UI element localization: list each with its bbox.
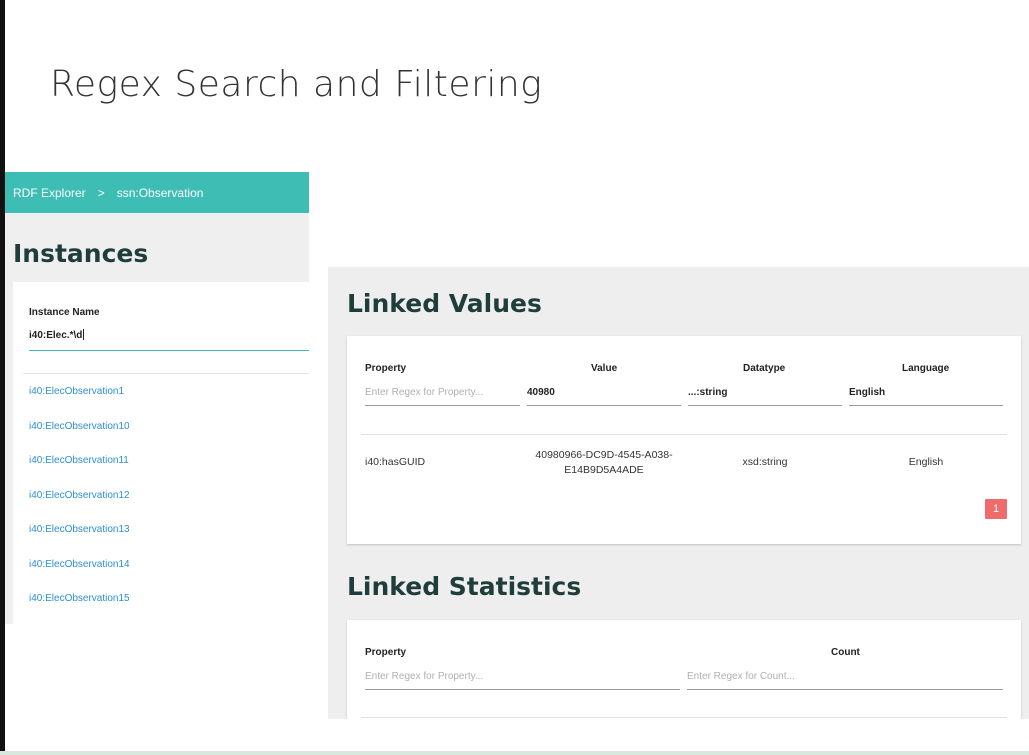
linked-statistics-card: Property Count Enter Regex for Property.… xyxy=(347,620,1021,719)
linked-values-heading: Linked Values xyxy=(347,289,542,318)
instance-list: i40:ElecObservation1 i40:ElecObservation… xyxy=(29,386,130,624)
instance-link[interactable]: i40:ElecObservation12 xyxy=(29,490,130,525)
linked-data-panel: Linked Values Property Value Datatype La… xyxy=(328,267,1029,719)
col-header-value: Value xyxy=(591,363,618,374)
row-datatype: xsd:string xyxy=(742,456,788,468)
instances-heading: Instances xyxy=(13,239,149,268)
pagination-page-button[interactable]: 1 xyxy=(985,499,1007,519)
language-filter-input[interactable]: English xyxy=(849,382,1003,406)
row-value-line: 40980966-DC9D-4545-A038- xyxy=(535,449,673,461)
row-divider xyxy=(361,717,1007,718)
col-header-count: Count xyxy=(831,647,860,658)
instance-name-filter-value: i40:Elec.*\d xyxy=(29,330,83,341)
instances-panel: RDF Explorer > ssn:Observation Instances… xyxy=(5,172,309,624)
linked-values-card: Property Value Datatype Language Enter R… xyxy=(347,336,1021,544)
instance-link[interactable]: i40:ElecObservation11 xyxy=(29,455,130,490)
instance-link[interactable]: i40:ElecObservation1 xyxy=(29,386,130,421)
instance-link[interactable]: i40:ElecObservation13 xyxy=(29,524,130,559)
row-language: English xyxy=(908,456,944,468)
instance-link[interactable]: i40:ElecObservation10 xyxy=(29,421,130,456)
instance-link[interactable]: i40:ElecObservation14 xyxy=(29,559,130,594)
divider xyxy=(23,373,309,374)
datatype-filter-input[interactable]: ...:string xyxy=(688,382,842,406)
instance-name-label: Instance Name xyxy=(29,307,100,318)
row-property: i40:hasGUID xyxy=(365,456,426,468)
slide-title: Regex Search and Filtering xyxy=(50,64,543,105)
app-top-bar: RDF Explorer > ssn:Observation xyxy=(5,172,309,213)
value-filter-input[interactable]: 40980 xyxy=(527,382,681,406)
stats-count-filter-input[interactable]: Enter Regex for Count... xyxy=(687,666,1003,690)
property-filter-input[interactable]: Enter Regex for Property... xyxy=(365,382,520,406)
breadcrumb-chevron-icon: > xyxy=(97,185,105,200)
text-cursor xyxy=(83,329,85,340)
col-header-property: Property xyxy=(365,363,407,374)
instance-link[interactable]: i40:ElecObservation15 xyxy=(29,593,130,624)
col-header-language: Language xyxy=(902,363,950,374)
linked-statistics-heading: Linked Statistics xyxy=(347,572,582,601)
row-value: 40980966-DC9D-4545-A038- E14B9D5A4ADE xyxy=(527,448,681,478)
breadcrumb-root-link[interactable]: RDF Explorer xyxy=(13,186,86,200)
row-value-line: E14B9D5A4ADE xyxy=(564,464,644,476)
col-header-datatype: Datatype xyxy=(743,363,786,374)
col-header-property: Property xyxy=(365,647,407,658)
breadcrumb-current: ssn:Observation xyxy=(116,185,204,200)
stats-property-filter-input[interactable]: Enter Regex for Property... xyxy=(365,666,680,690)
instance-name-filter-input[interactable]: i40:Elec.*\d xyxy=(29,325,309,351)
row-divider xyxy=(361,434,1007,435)
slide-bottom-accent-line xyxy=(0,751,1029,755)
instances-card: Instance Name i40:Elec.*\d i40:ElecObser… xyxy=(13,282,309,624)
